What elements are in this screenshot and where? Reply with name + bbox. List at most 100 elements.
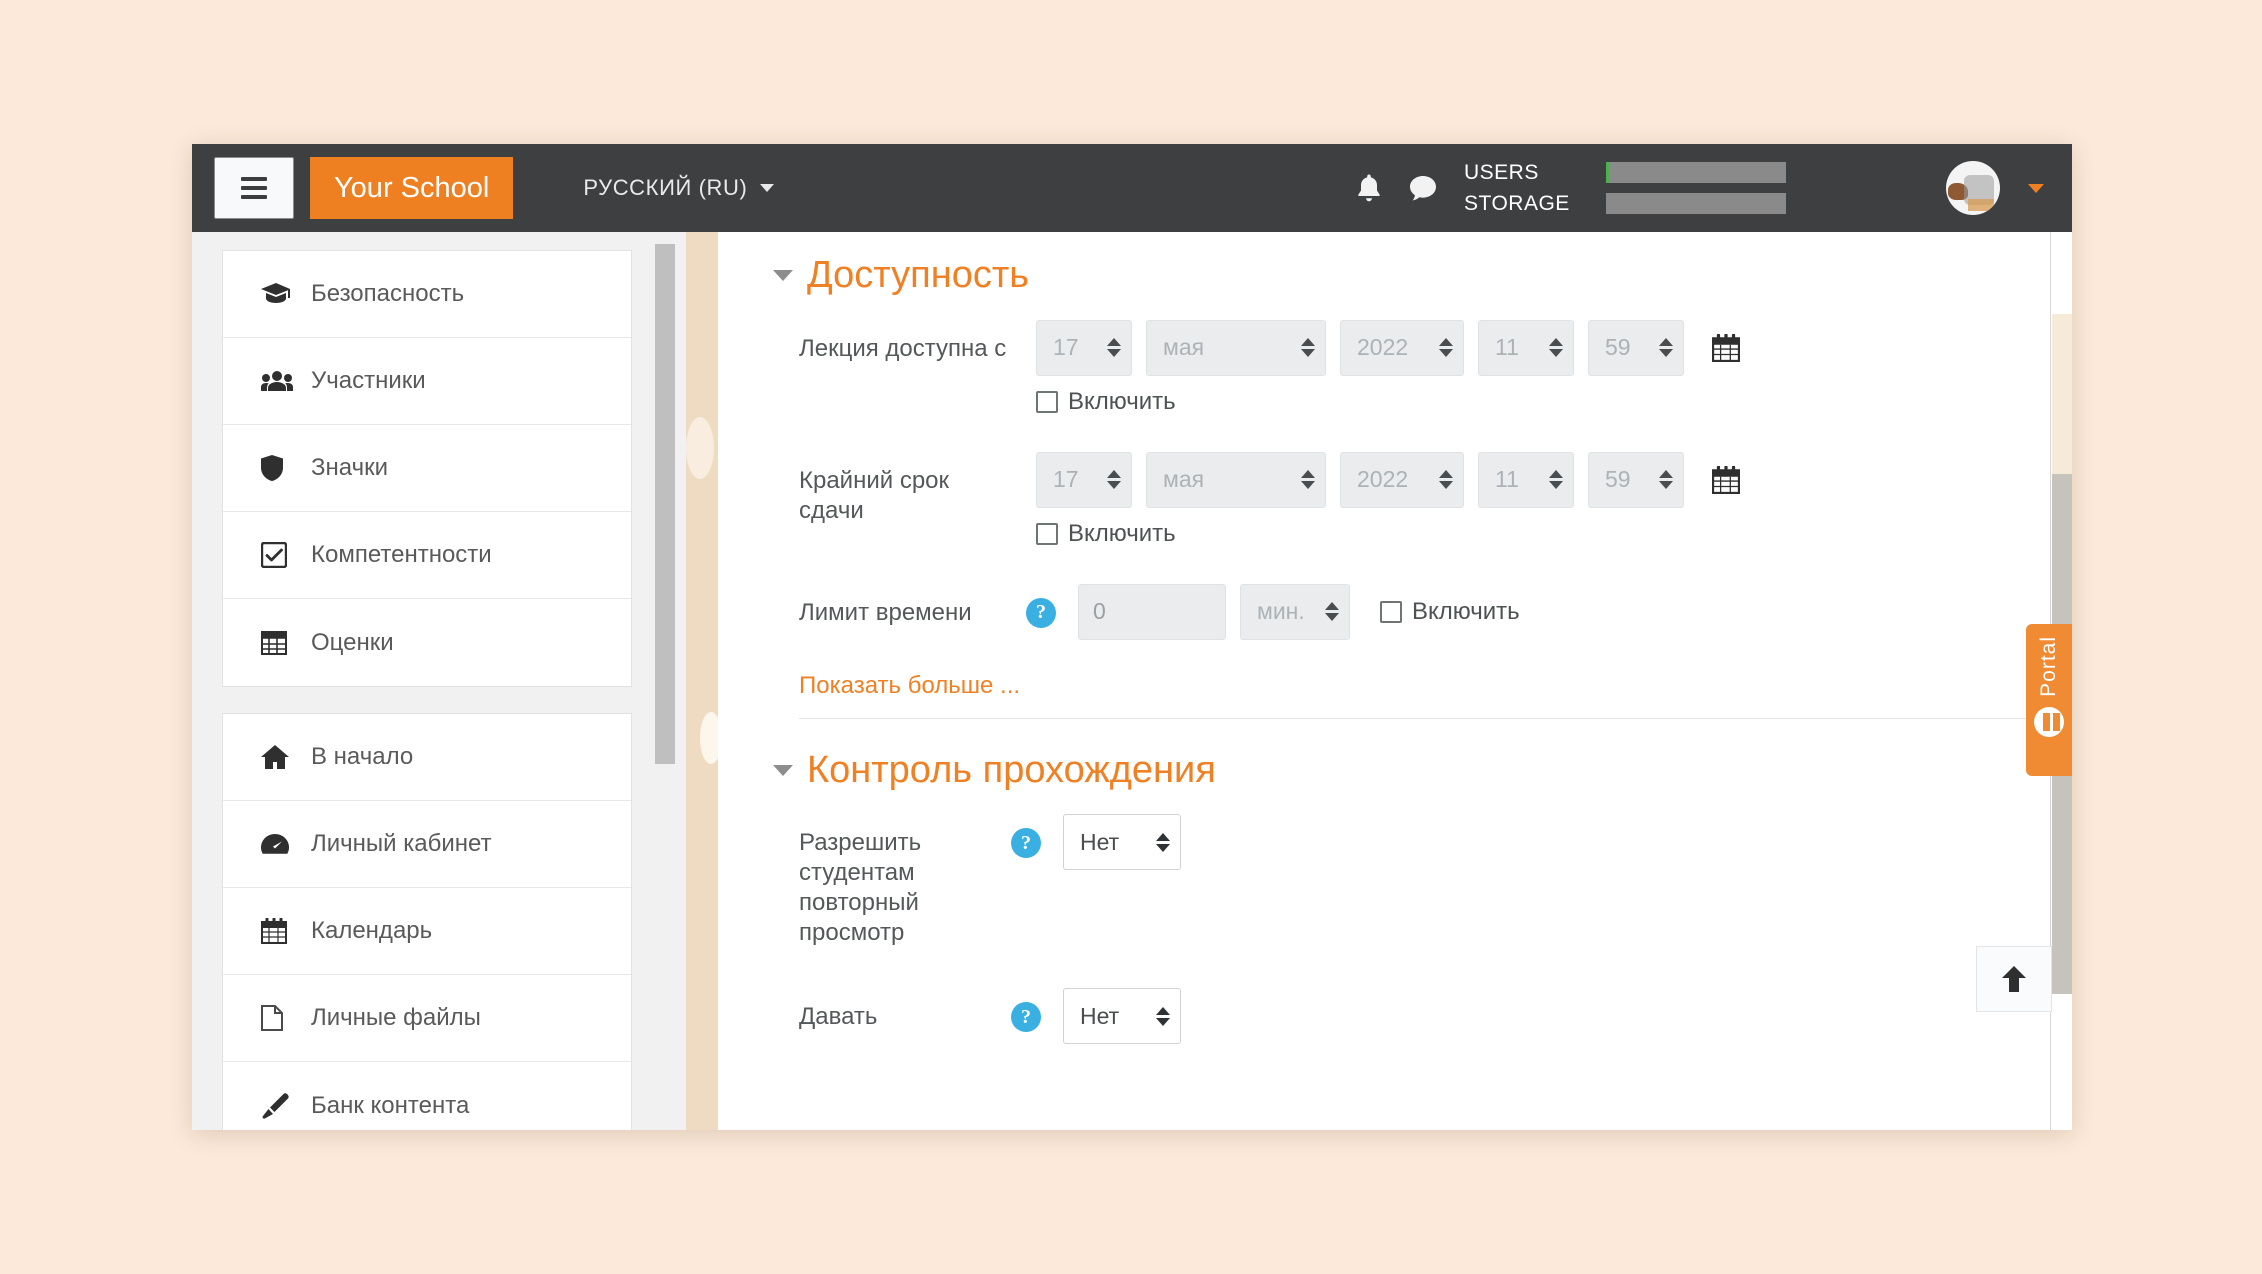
- sidebar-item-participants[interactable]: Участники: [223, 338, 631, 425]
- language-selector[interactable]: РУССКИЙ (RU): [583, 175, 775, 201]
- hamburger-icon: [241, 195, 267, 199]
- quota-label: STORAGE: [1464, 191, 1570, 215]
- day-value: 17: [1053, 466, 1079, 493]
- day-select[interactable]: 17: [1036, 451, 1132, 508]
- sidebar-item-competencies[interactable]: Компетентности: [223, 512, 631, 599]
- year-select[interactable]: 2022: [1340, 319, 1464, 376]
- year-value: 2022: [1357, 334, 1409, 361]
- enable-checkbox-label[interactable]: Включить: [1068, 520, 1176, 548]
- sidebar-item-label: Безопасность: [311, 280, 465, 307]
- time-unit-select[interactable]: мин.: [1240, 583, 1350, 640]
- spinner-icon: [1107, 470, 1121, 490]
- sidebar-item-dashboard[interactable]: Личный кабинет: [223, 801, 631, 888]
- show-more-link[interactable]: Показать больше ...: [773, 672, 1020, 700]
- month-select[interactable]: мая: [1146, 451, 1326, 508]
- messages-button[interactable]: [1408, 174, 1438, 202]
- enable-checkbox-label[interactable]: Включить: [1412, 598, 1520, 626]
- home-icon: [261, 744, 299, 770]
- help-circle-icon[interactable]: ?: [1011, 1002, 1041, 1033]
- row-fields: мин. Включить: [1078, 583, 1520, 640]
- sidebar-item-private-files[interactable]: Личные файлы: [223, 975, 631, 1062]
- enable-checkbox-label[interactable]: Включить: [1068, 388, 1176, 416]
- row-fields: 17 мая 2022 11 59 Включить: [1036, 451, 1740, 548]
- sidebar-item-label: Банк контента: [311, 1091, 470, 1119]
- drawer-scrollbar[interactable]: [650, 232, 676, 1130]
- hour-select[interactable]: 11: [1478, 319, 1574, 376]
- help-circle-icon[interactable]: ?: [1011, 828, 1041, 859]
- month-select[interactable]: мая: [1146, 319, 1326, 376]
- sidebar-item-home[interactable]: В начало: [223, 714, 631, 801]
- caret-down-icon[interactable]: [773, 765, 793, 777]
- section-title: Доступность: [807, 254, 1030, 296]
- minute-value: 59: [1605, 466, 1631, 493]
- row-fields: Нет: [1063, 988, 1181, 1045]
- portal-side-tab[interactable]: Portal: [2026, 624, 2072, 776]
- minute-value: 59: [1605, 334, 1631, 361]
- year-value: 2022: [1357, 466, 1409, 493]
- enable-checkbox[interactable]: [1380, 600, 1402, 623]
- allow-retake-select[interactable]: Нет: [1063, 814, 1181, 871]
- brush-icon: [261, 1092, 299, 1119]
- day-value: 17: [1053, 334, 1079, 361]
- time-limit-field-group: мин. Включить: [1078, 583, 1520, 640]
- minute-select[interactable]: 59: [1588, 451, 1684, 508]
- quota-row-storage: STORAGE: [1464, 192, 1786, 216]
- sidebar-item-label: Компетентности: [311, 541, 492, 568]
- notifications-button[interactable]: [1356, 173, 1382, 203]
- row-label: Лекция доступна с: [799, 334, 1007, 362]
- spinner-icon: [1301, 338, 1315, 358]
- section-title: Контроль прохождения: [807, 748, 1216, 791]
- help-circle-icon[interactable]: ?: [1026, 597, 1056, 628]
- year-select[interactable]: 2022: [1340, 451, 1464, 508]
- row-available-from: Лекция доступна с 17 мая 2022 11 59 Вклю…: [773, 319, 2038, 416]
- section-flow-control-header: Контроль прохождения: [773, 749, 2038, 793]
- provide-option-select[interactable]: Нет: [1063, 988, 1181, 1045]
- sidebar-item-label: В начало: [311, 743, 414, 770]
- section-availability-header: Доступность: [773, 254, 2038, 298]
- sidebar-item-grades[interactable]: Оценки: [223, 599, 631, 686]
- row-provide-option: Давать ? Нет: [773, 988, 2038, 1045]
- spinner-icon: [1659, 470, 1673, 490]
- settings-form: Доступность Лекция доступна с 17 мая 202…: [718, 232, 2039, 1054]
- row-fields: Нет: [1063, 814, 1181, 871]
- page-scrollbar-track-top: [2052, 314, 2072, 474]
- spinner-icon: [1301, 470, 1315, 490]
- user-menu-caret-icon[interactable]: [2028, 183, 2044, 193]
- hour-select[interactable]: 11: [1478, 451, 1574, 508]
- enable-checkbox[interactable]: [1036, 390, 1058, 413]
- file-icon: [261, 1005, 299, 1031]
- caret-down-icon[interactable]: [773, 270, 793, 282]
- menu-toggle-button[interactable]: [214, 157, 294, 219]
- time-limit-input[interactable]: [1078, 583, 1226, 640]
- avatar[interactable]: [1946, 161, 2000, 215]
- sidebar-item-badges[interactable]: Значки: [223, 425, 631, 512]
- row-label: Разрешить студентам повторный просмотр: [799, 829, 922, 947]
- quota-row-users: USERS: [1464, 161, 1786, 185]
- sidebar-item-label: Значки: [311, 454, 388, 481]
- sidebar-item-content-bank[interactable]: Банк контента: [223, 1062, 631, 1130]
- sidebar-item-calendar[interactable]: Календарь: [223, 888, 631, 975]
- enable-checkbox-group: Включить: [1036, 388, 1740, 416]
- month-value: мая: [1163, 334, 1205, 361]
- brand-logo[interactable]: Your School: [310, 157, 514, 219]
- check-square-icon: [261, 542, 299, 568]
- calendar-icon[interactable]: [1712, 465, 1740, 494]
- hamburger-icon: [241, 186, 267, 190]
- day-select[interactable]: 17: [1036, 319, 1132, 376]
- provide-option-value: Нет: [1080, 1002, 1120, 1029]
- calendar-icon[interactable]: [1712, 333, 1740, 362]
- shield-icon: [261, 455, 299, 481]
- hour-value: 11: [1495, 466, 1519, 493]
- time-unit-value: мин.: [1257, 598, 1305, 625]
- chevron-down-icon: [760, 184, 775, 192]
- section-divider: [799, 717, 2039, 719]
- app-body: Безопасность Участники Значки Компетентн…: [192, 232, 2072, 1130]
- drawer-scrollbar-thumb[interactable]: [655, 244, 675, 764]
- sidebar-item-security[interactable]: Безопасность: [223, 251, 631, 338]
- scroll-to-top-button[interactable]: [1976, 946, 2052, 1012]
- main-content: Доступность Лекция доступна с 17 мая 202…: [718, 232, 2072, 1130]
- hamburger-icon: [241, 177, 267, 181]
- layout-gap-strip: [686, 232, 722, 1130]
- minute-select[interactable]: 59: [1588, 319, 1684, 376]
- enable-checkbox[interactable]: [1036, 522, 1058, 545]
